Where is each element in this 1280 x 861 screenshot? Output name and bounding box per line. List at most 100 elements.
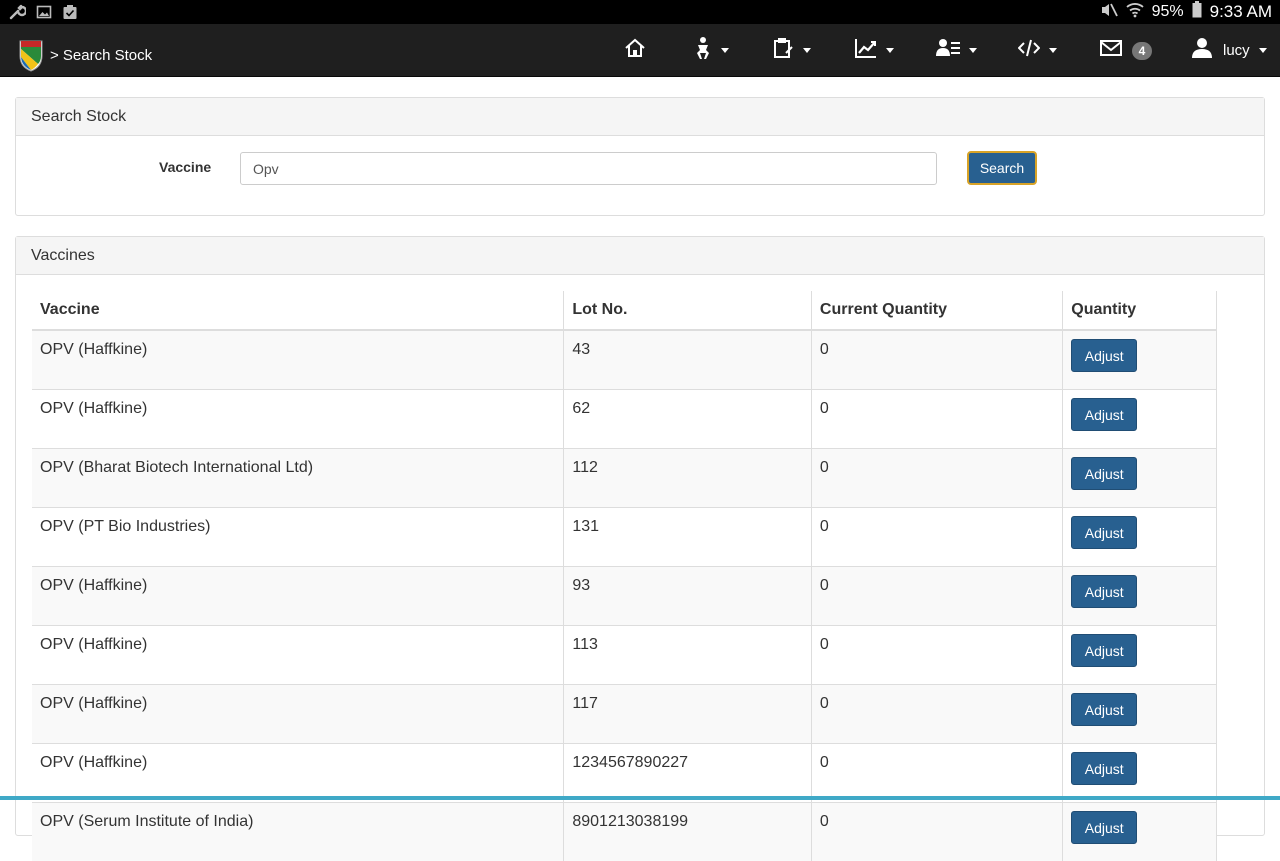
vaccine-label: Vaccine [159, 159, 211, 175]
lot-number-cell: 113 [564, 626, 812, 685]
lot-number-cell: 8901213038199 [564, 803, 812, 861]
users-list-icon [936, 38, 960, 63]
caret-down-icon [1049, 48, 1057, 53]
vaccines-panel: Vaccines Vaccine Lot No. Current Quantit… [15, 236, 1265, 836]
clock: 9:33 AM [1210, 2, 1272, 22]
lot-number-cell: 62 [564, 390, 812, 449]
nav-mail[interactable]: 4 [1100, 24, 1152, 77]
android-status-bar: 95% 9:33 AM [0, 0, 1280, 24]
clipboard-icon [772, 37, 794, 64]
nav-patients-dropdown[interactable] [694, 24, 729, 77]
current-quantity-cell: 0 [811, 685, 1062, 744]
vaccine-cell: OPV (Haffkine) [32, 567, 564, 626]
nav-users-dropdown[interactable] [936, 24, 977, 77]
lot-number-cell: 93 [564, 567, 812, 626]
wifi-icon [1126, 2, 1144, 23]
quantity-cell: Adjust [1063, 803, 1217, 861]
caret-down-icon [886, 48, 894, 53]
table-row: OPV (Serum Institute of India)8901213038… [32, 803, 1217, 861]
nav-user-dropdown[interactable]: lucy [1191, 24, 1267, 77]
battery-icon [1192, 1, 1202, 23]
code-icon [1018, 38, 1040, 63]
vaccine-cell: OPV (Haffkine) [32, 744, 564, 803]
lot-number-cell: 117 [564, 685, 812, 744]
child-icon [694, 36, 712, 65]
mail-icon [1100, 39, 1122, 62]
panel-title: Search Stock [16, 98, 1264, 136]
current-quantity-cell: 0 [811, 744, 1062, 803]
vaccine-cell: OPV (Bharat Biotech International Ltd) [32, 449, 564, 508]
current-quantity-cell: 0 [811, 449, 1062, 508]
column-header: Current Quantity [811, 291, 1062, 330]
column-header: Vaccine [32, 291, 564, 330]
chart-line-icon [855, 38, 877, 63]
current-quantity-cell: 0 [811, 567, 1062, 626]
adjust-button[interactable]: Adjust [1071, 634, 1137, 667]
breadcrumb: > Search Stock [50, 47, 152, 64]
quantity-cell: Adjust [1063, 508, 1217, 567]
timr-shield-logo [18, 38, 44, 72]
nav-home[interactable] [624, 24, 646, 77]
lot-number-cell: 112 [564, 449, 812, 508]
panel-title: Vaccines [16, 237, 1264, 275]
table-header-row: Vaccine Lot No. Current Quantity Quantit… [32, 291, 1217, 330]
quantity-cell: Adjust [1063, 744, 1217, 803]
quantity-cell: Adjust [1063, 685, 1217, 744]
image-icon [36, 4, 52, 20]
home-icon [624, 38, 646, 63]
lot-number-cell: 131 [564, 508, 812, 567]
table-row: OPV (Bharat Biotech International Ltd)11… [32, 449, 1217, 508]
search-stock-panel: Search Stock Vaccine Search [15, 97, 1265, 216]
battery-level: 95% [1152, 3, 1184, 21]
vaccine-cell: OPV (Haffkine) [32, 685, 564, 744]
vaccine-cell: OPV (Haffkine) [32, 390, 564, 449]
vaccine-cell: OPV (Haffkine) [32, 626, 564, 685]
search-button[interactable]: Search [967, 151, 1037, 185]
quantity-cell: Adjust [1063, 626, 1217, 685]
vaccine-cell: OPV (Serum Institute of India) [32, 803, 564, 861]
mail-count-badge: 4 [1132, 42, 1152, 60]
lot-number-cell: 43 [564, 330, 812, 390]
caret-down-icon [1259, 48, 1267, 53]
adjust-button[interactable]: Adjust [1071, 752, 1137, 785]
current-quantity-cell: 0 [811, 508, 1062, 567]
adjust-button[interactable]: Adjust [1071, 575, 1137, 608]
adjust-button[interactable]: Adjust [1071, 811, 1137, 844]
clipboard-check-icon [62, 4, 78, 20]
vaccine-cell: OPV (Haffkine) [32, 330, 564, 390]
table-row: OPV (Haffkine)620 Adjust [32, 390, 1217, 449]
quantity-cell: Adjust [1063, 390, 1217, 449]
adjust-button[interactable]: Adjust [1071, 516, 1137, 549]
column-header: Quantity [1063, 291, 1217, 330]
current-quantity-cell: 0 [811, 626, 1062, 685]
quantity-cell: Adjust [1063, 449, 1217, 508]
table-row: OPV (Haffkine)430 Adjust [32, 330, 1217, 390]
table-row: OPV (Haffkine)1130 Adjust [32, 626, 1217, 685]
bottom-accent-line [0, 796, 1280, 800]
top-navbar: > Search Stock [0, 24, 1280, 77]
caret-down-icon [969, 48, 977, 53]
current-quantity-cell: 0 [811, 390, 1062, 449]
nav-stock-dropdown[interactable] [772, 24, 811, 77]
wrench-icon [8, 3, 26, 21]
quantity-cell: Adjust [1063, 330, 1217, 390]
vaccine-search-input[interactable] [240, 152, 937, 185]
mute-icon [1100, 2, 1118, 23]
adjust-button[interactable]: Adjust [1071, 693, 1137, 726]
quantity-cell: Adjust [1063, 567, 1217, 626]
adjust-button[interactable]: Adjust [1071, 339, 1137, 372]
vaccines-table: Vaccine Lot No. Current Quantity Quantit… [32, 291, 1217, 861]
column-header: Lot No. [564, 291, 812, 330]
table-row: OPV (Haffkine)1170 Adjust [32, 685, 1217, 744]
lot-number-cell: 1234567890227 [564, 744, 812, 803]
adjust-button[interactable]: Adjust [1071, 457, 1137, 490]
current-quantity-cell: 0 [811, 330, 1062, 390]
table-row: OPV (Haffkine)930 Adjust [32, 567, 1217, 626]
table-row: OPV (Haffkine)12345678902270 Adjust [32, 744, 1217, 803]
user-name: lucy [1223, 42, 1250, 59]
adjust-button[interactable]: Adjust [1071, 398, 1137, 431]
navbar-brand[interactable]: > Search Stock [18, 38, 152, 72]
nav-developer-dropdown[interactable] [1018, 24, 1057, 77]
table-row: OPV (PT Bio Industries)1310Adjust [32, 508, 1217, 567]
nav-reports-dropdown[interactable] [855, 24, 894, 77]
